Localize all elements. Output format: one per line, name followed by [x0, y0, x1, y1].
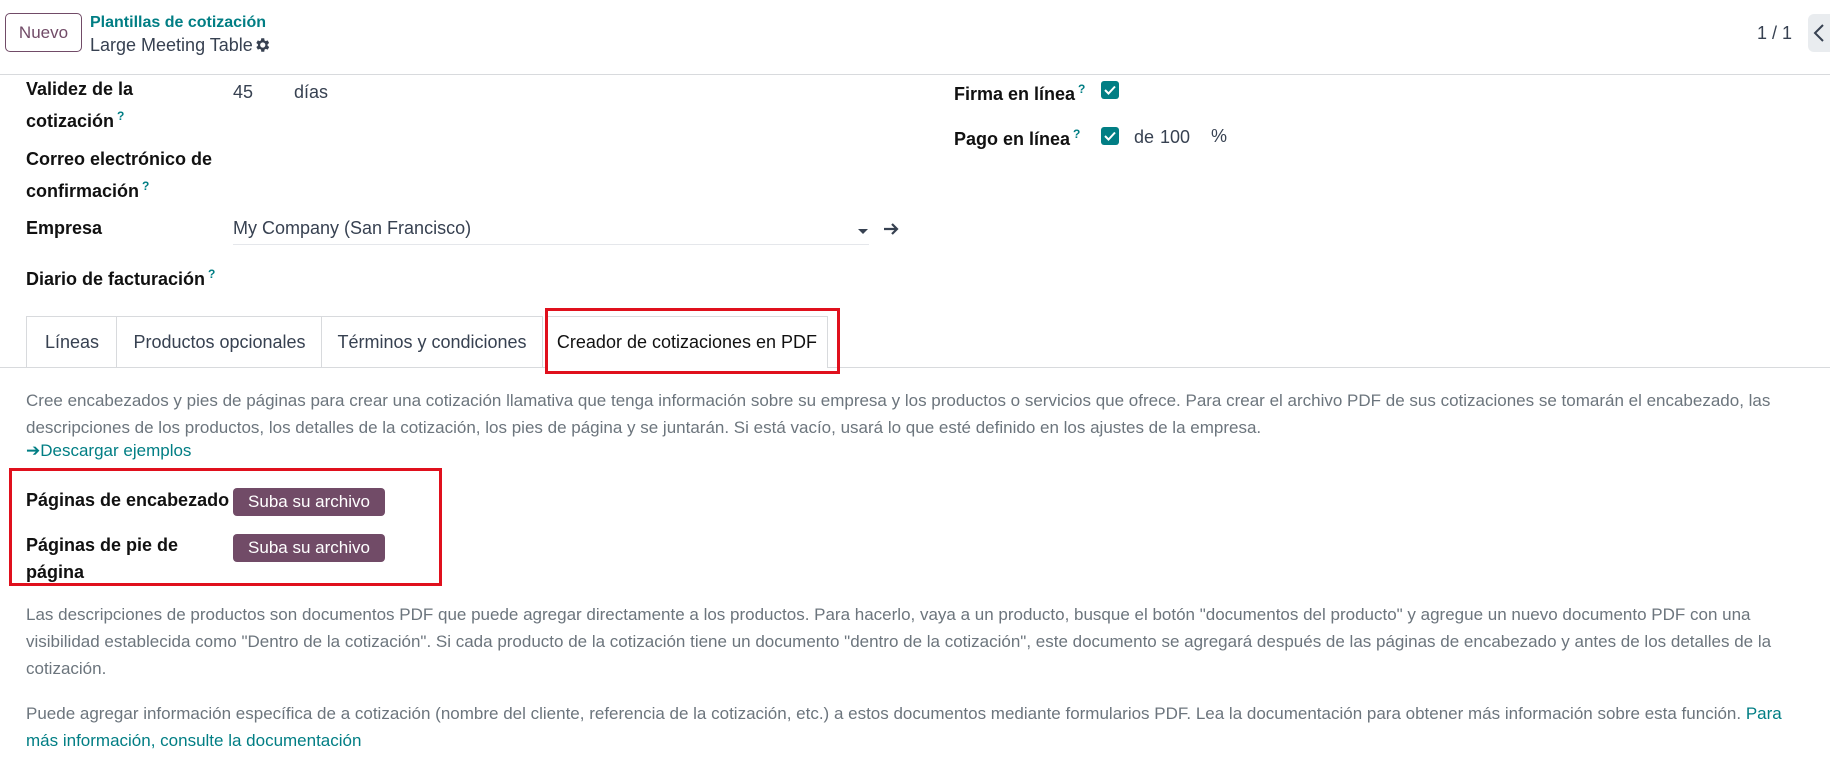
product-documents-text: Las descripciones de productos son docum…: [26, 605, 1772, 678]
download-examples-link[interactable]: ➔Descargar ejemplos: [26, 441, 191, 461]
pager-value[interactable]: 1 / 1: [1757, 23, 1792, 44]
highlight-tab-box: [545, 308, 840, 374]
arrow-right-icon[interactable]: [882, 220, 900, 238]
online-payment-checkbox[interactable]: [1101, 127, 1119, 145]
company-value: My Company (San Francisco): [233, 218, 472, 238]
online-signature-label: Firma en línea?: [954, 82, 1086, 104]
validity-label: Validez de la cotización?: [26, 79, 134, 131]
help-tooltip-icon[interactable]: ?: [117, 109, 124, 123]
invoicing-journal-label: Diario de facturación?: [26, 267, 216, 289]
upload-footer-button[interactable]: Suba su archivo: [233, 534, 385, 562]
help-tooltip-icon[interactable]: ?: [208, 267, 215, 281]
help-tooltip-icon[interactable]: ?: [1073, 127, 1080, 141]
upload-header-button[interactable]: Suba su archivo: [233, 488, 385, 516]
tab-optional-products[interactable]: Productos opcionales: [116, 316, 323, 367]
footer-pages-label: Páginas de pie de página: [26, 535, 179, 582]
online-signature-checkbox[interactable]: [1101, 81, 1119, 99]
check-icon: [1104, 85, 1116, 95]
control-panel: [0, 0, 1830, 75]
validity-days-input[interactable]: 45: [233, 82, 253, 103]
validity-unit: días: [294, 82, 329, 102]
help-tooltip-icon[interactable]: ?: [142, 179, 149, 193]
tab-terms-conditions[interactable]: Términos y condiciones: [321, 316, 543, 367]
breadcrumb-current-record: Large Meeting Table: [90, 35, 253, 55]
pdf-forms-text: Puede agregar información específica de …: [26, 704, 1782, 750]
chevron-left-icon: [1813, 24, 1824, 42]
arrow-right-icon: ➔: [26, 441, 41, 460]
payment-percent-unit: %: [1211, 126, 1228, 146]
confirmation-email-label: Correo electrónico de confirmación?: [26, 149, 213, 201]
pdf-builder-intro: Cree encabezados y pies de páginas para …: [26, 391, 1771, 437]
caret-down-icon[interactable]: [857, 228, 869, 236]
breadcrumb-parent-link[interactable]: Plantillas de cotización: [90, 14, 266, 32]
header-pages-label: Páginas de encabezado: [26, 490, 230, 510]
check-icon: [1104, 131, 1116, 141]
payment-percent-input[interactable]: 100: [1160, 127, 1190, 148]
help-tooltip-icon[interactable]: ?: [1078, 82, 1085, 96]
tab-lines[interactable]: Líneas: [26, 316, 118, 367]
new-button[interactable]: Nuevo: [5, 13, 82, 52]
company-select[interactable]: My Company (San Francisco): [233, 218, 869, 245]
payment-prefix: de: [1134, 127, 1155, 147]
online-payment-label: Pago en línea?: [954, 127, 1081, 149]
company-label: Empresa: [26, 218, 103, 238]
gear-icon[interactable]: [253, 36, 271, 54]
pager-previous-button[interactable]: [1808, 14, 1830, 52]
